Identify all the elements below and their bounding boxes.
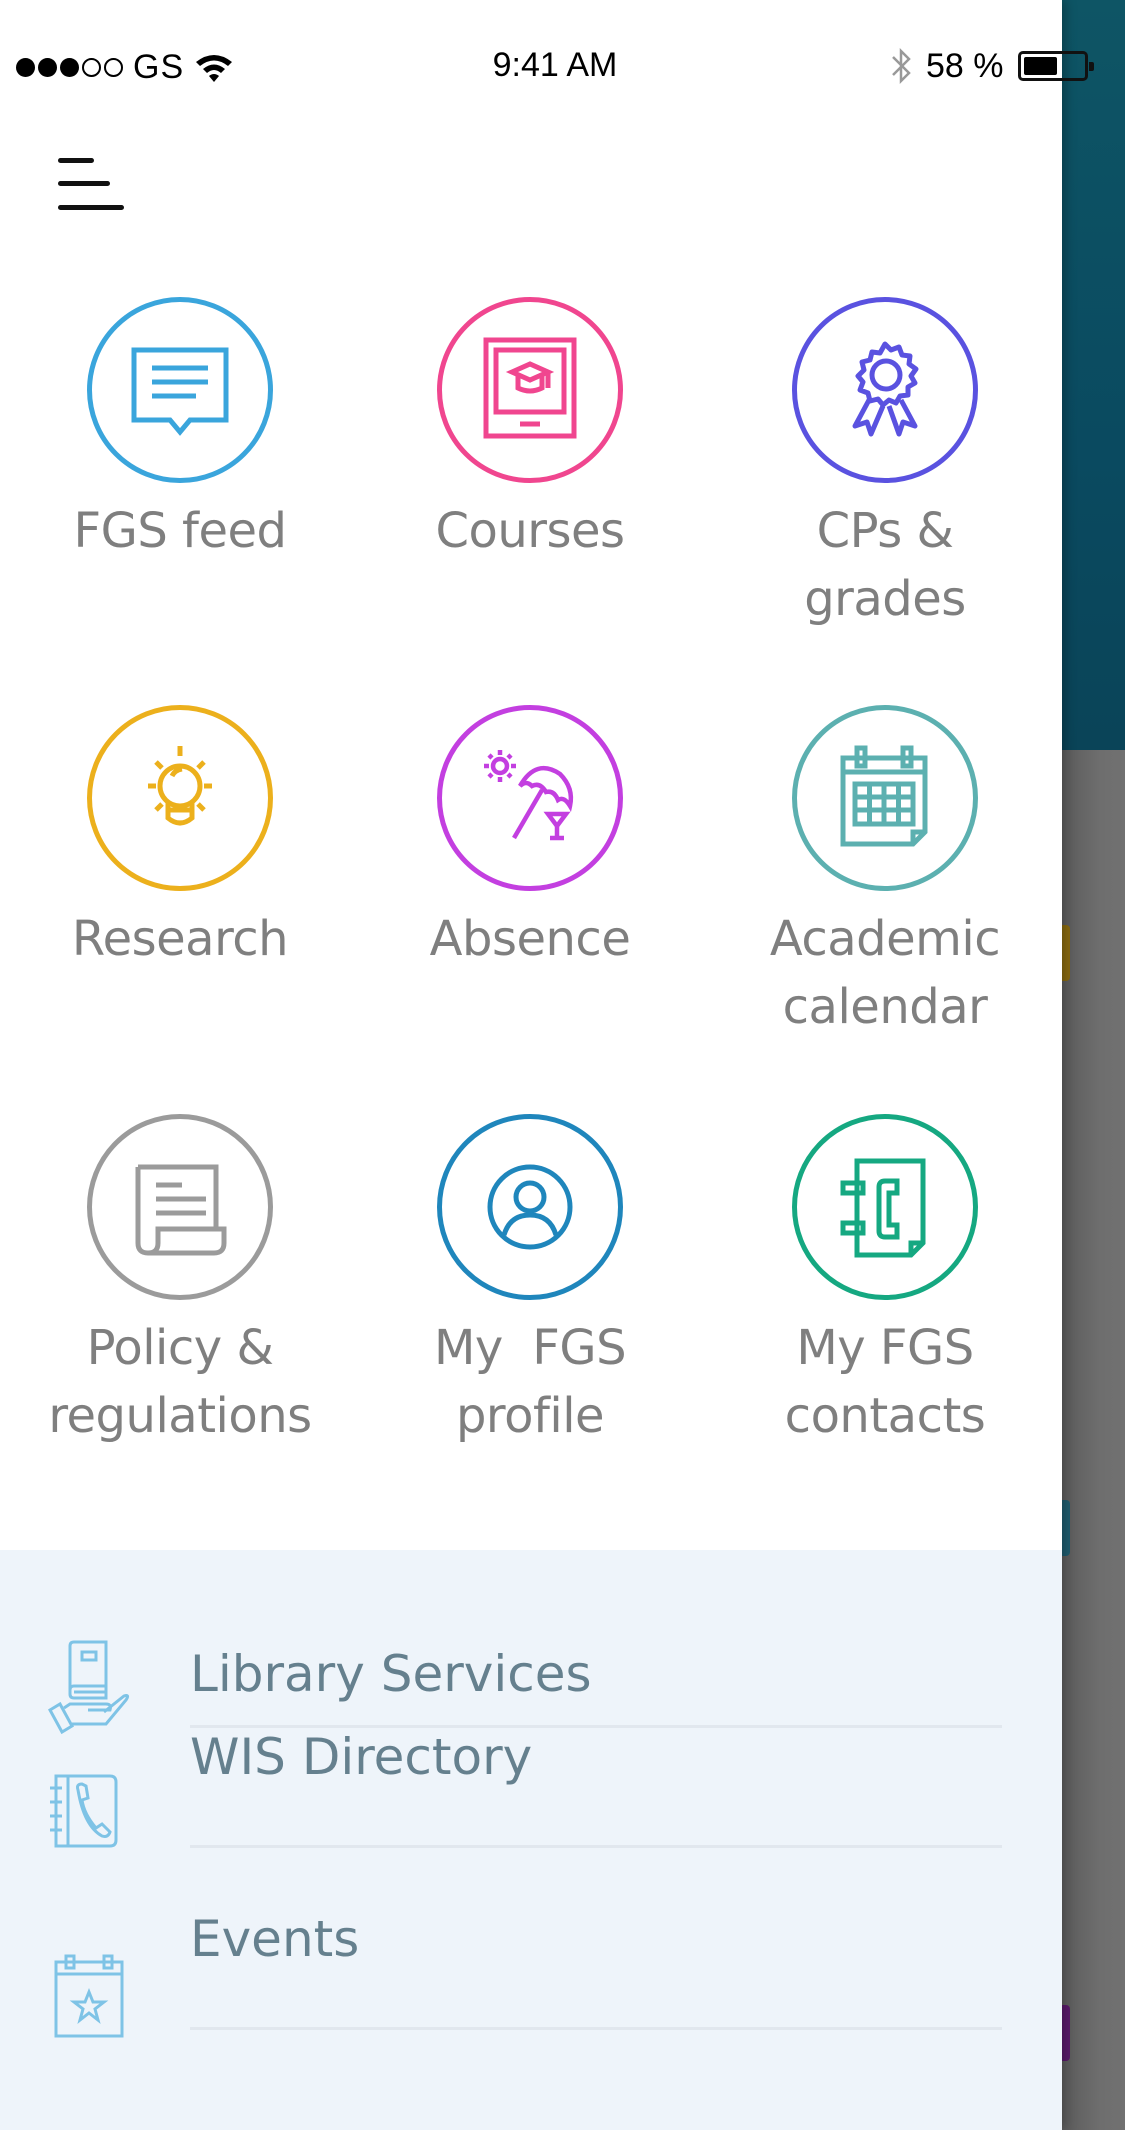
tile-policy-regulations[interactable]: Policy & regulations [30,1114,330,1450]
tile-courses[interactable]: Courses [380,297,680,565]
academic-calendar-icon-circle [792,705,978,891]
tile-my-fgs-contacts[interactable]: My FGS contacts [735,1114,1035,1450]
battery-percentage: 58 % [926,46,1004,85]
profile-icon-circle [437,1114,623,1300]
tile-cps-grades[interactable]: CPs & grades [735,297,1035,633]
research-icon-circle [87,705,273,891]
award-ribbon-icon [852,341,919,437]
policy-icon-circle [87,1114,273,1300]
menu-button[interactable] [50,150,130,220]
background-card-edge [1062,2005,1070,2061]
list-item-events[interactable]: Events [0,1910,1062,2090]
list-item-label: WIS Directory [190,1728,533,1786]
calendar-icon [840,745,928,847]
tile-label: My FGS contacts [784,1320,986,1444]
navigation-drawer: FGS feed Courses CPs & grades Research A… [0,0,1062,2130]
phone-directory-icon [50,1774,118,1848]
message-feed-icon [131,347,229,436]
contacts-icon-circle [792,1114,978,1300]
secondary-links-list: Library Services WIS Directory Events [0,1550,1062,2130]
tile-label: My FGS profile [433,1320,627,1444]
list-item-label: Library Services [190,1645,592,1703]
cps-grades-icon-circle [792,297,978,483]
user-profile-icon [487,1164,573,1250]
tile-fgs-feed[interactable]: FGS feed [30,297,330,565]
fgs-feed-icon-circle [87,297,273,483]
tile-my-fgs-profile[interactable]: My FGS profile [380,1114,680,1450]
course-monitor-icon [483,337,577,439]
tile-absence[interactable]: Absence [380,705,680,973]
tile-label: Policy & regulations [48,1320,312,1444]
tile-label: CPs & grades [804,503,966,627]
background-card-edge [1062,925,1070,981]
battery-icon [1017,51,1094,81]
tile-label: Academic calendar [769,911,1001,1035]
library-book-hand-icon [48,1640,130,1735]
status-bar: GS 9:41 AM 58 % [0,0,1125,136]
tile-label: Courses [435,503,625,559]
bluetooth-icon [892,47,911,85]
calendar-star-icon [54,1954,124,2038]
tile-label: Absence [429,911,631,967]
tile-academic-calendar[interactable]: Academic calendar [735,705,1035,1041]
courses-icon-circle [437,297,623,483]
list-item-library-services[interactable]: Library Services [0,1550,1062,1735]
tile-research[interactable]: Research [30,705,330,973]
list-item-wis-directory[interactable]: WIS Directory [0,1728,1062,1910]
lightbulb-icon [148,746,212,826]
beach-umbrella-icon [484,750,574,841]
scroll-document-icon [135,1164,227,1256]
tile-label: FGS feed [73,503,287,559]
divider [190,1845,1002,1848]
list-item-label: Events [190,1910,360,1968]
absence-icon-circle [437,705,623,891]
background-card-edge [1062,1500,1070,1556]
tile-label: Research [71,911,289,967]
divider [190,2027,1002,2030]
contact-book-icon [840,1158,926,1258]
